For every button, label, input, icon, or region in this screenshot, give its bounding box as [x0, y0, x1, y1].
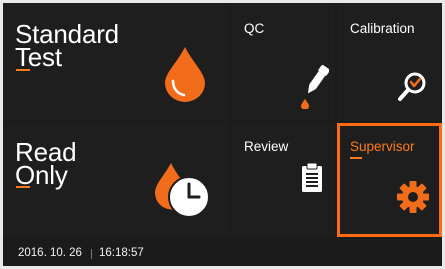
supervisor-label: Supervisor — [350, 139, 415, 154]
status-time: 16:18:57 — [99, 247, 144, 259]
standard-test-tile[interactable]: Standard Test — [3, 3, 229, 121]
read-only-label: Read Only — [15, 137, 77, 190]
main-screen: Standard Test QC Calibration Read Only R… — [3, 3, 442, 266]
status-bar: 2016. 10. 26 16:18:57 — [3, 239, 442, 266]
gear-icon — [397, 181, 429, 213]
clipboard-icon — [302, 163, 322, 192]
calibration-tile[interactable]: Calibration — [337, 3, 442, 121]
standard-test-label: Standard Test — [15, 19, 119, 72]
drop-icon — [165, 47, 205, 102]
magnifier-check-icon — [398, 72, 426, 101]
review-tile[interactable]: Review — [231, 123, 335, 237]
read-only-tile[interactable]: Read Only — [3, 123, 229, 237]
status-date: 2016. 10. 26 — [18, 247, 82, 259]
supervisor-tile[interactable]: Supervisor — [337, 123, 442, 237]
status-divider — [91, 249, 92, 259]
qc-tile[interactable]: QC — [231, 3, 335, 121]
drop-clock-icon — [155, 163, 210, 218]
qc-label: QC — [244, 21, 265, 36]
accent-underline — [350, 157, 362, 159]
dropper-icon — [301, 65, 329, 109]
calibration-label: Calibration — [350, 21, 415, 36]
accent-underline — [16, 69, 30, 71]
review-label: Review — [244, 139, 289, 154]
accent-underline — [16, 186, 30, 188]
